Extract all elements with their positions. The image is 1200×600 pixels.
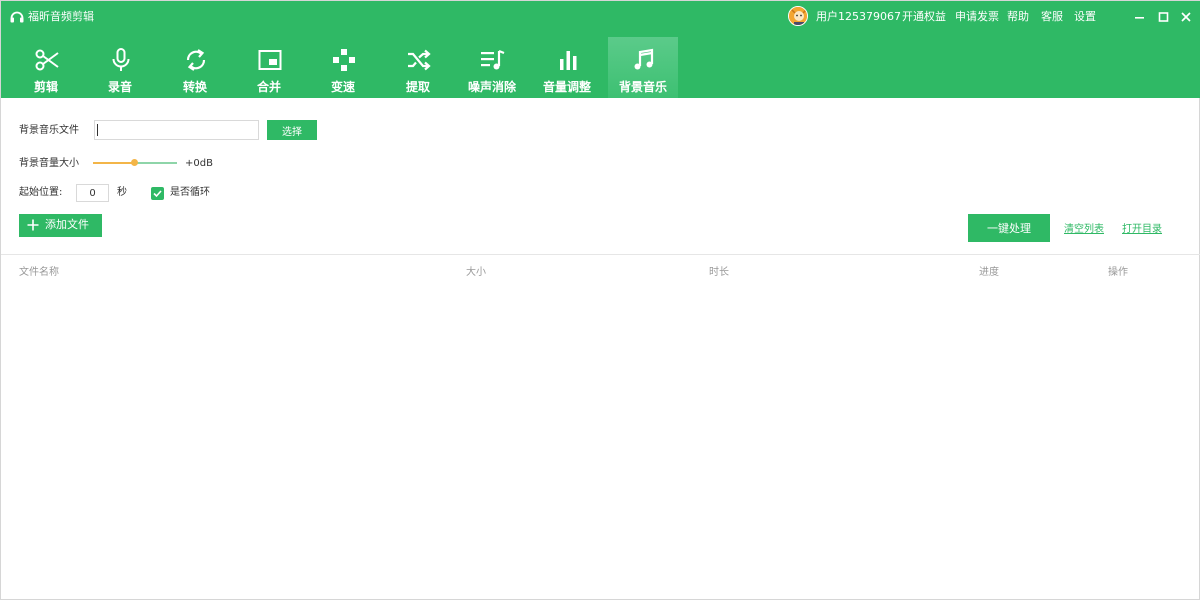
loop-checkbox[interactable] <box>151 187 164 200</box>
minimize-icon <box>1135 17 1144 19</box>
volume-label: 背景音量大小 <box>19 158 79 169</box>
tab-label: 背景音乐 <box>618 80 667 94</box>
noise-list-icon <box>480 47 506 73</box>
bgm-file-label: 背景音乐文件 <box>19 125 79 136</box>
tab-label: 剪辑 <box>33 80 58 94</box>
one-click-process-button[interactable]: 一键处理 <box>968 214 1050 242</box>
tab-record[interactable]: 录音 <box>85 37 155 98</box>
add-file-label: 添加文件 <box>45 218 89 231</box>
column-header-actions[interactable]: 操作 <box>1108 266 1128 280</box>
tab-noise-removal[interactable]: 噪声消除 <box>457 37 527 98</box>
slider-track-empty <box>135 162 177 164</box>
apply-invoice-link[interactable]: 申请发票 <box>955 10 999 24</box>
clear-list-link[interactable]: 清空列表 <box>1064 223 1104 237</box>
slider-track-filled <box>93 162 135 164</box>
maximize-button[interactable] <box>1155 9 1171 25</box>
tab-label: 录音 <box>107 80 132 94</box>
help-link[interactable]: 帮助 <box>1007 10 1029 24</box>
text-caret <box>97 124 98 136</box>
tab-label: 转换 <box>182 80 207 94</box>
checkmark-icon <box>153 190 162 198</box>
loop-label: 是否循环 <box>170 187 210 198</box>
open-benefits-link[interactable]: 开通权益 <box>902 10 946 24</box>
tab-speed[interactable]: 变速 <box>308 37 378 98</box>
tab-merge[interactable]: 合并 <box>234 37 304 98</box>
title-bar: 福昕音频剪辑 用户125379067 开通权益 申请发票 帮助 客服 设置 <box>1 1 1200 33</box>
select-file-button[interactable]: 选择 <box>267 120 317 140</box>
column-header-duration[interactable]: 时长 <box>709 266 729 280</box>
avatar[interactable] <box>788 6 808 26</box>
tab-volume-adjust[interactable]: 音量调整 <box>532 37 602 98</box>
column-header-progress[interactable]: 进度 <box>979 266 999 280</box>
tab-label: 提取 <box>405 80 430 94</box>
volume-value: +0dB <box>185 158 213 169</box>
tab-label: 变速 <box>330 80 355 94</box>
tab-convert[interactable]: 转换 <box>160 37 230 98</box>
app-window: 福昕音频剪辑 用户125379067 开通权益 申请发票 帮助 客服 设置 剪辑… <box>0 0 1200 600</box>
app-title: 福昕音频剪辑 <box>28 10 94 23</box>
tab-background-music[interactable]: 背景音乐 <box>608 37 678 98</box>
column-header-size[interactable]: 大小 <box>466 266 486 280</box>
scissors-icon <box>34 47 60 73</box>
tab-label: 合并 <box>256 80 281 94</box>
column-header-filename[interactable]: 文件名称 <box>19 266 59 280</box>
gamepad-icon <box>331 47 357 73</box>
slider-thumb[interactable] <box>131 159 138 166</box>
volume-slider[interactable] <box>93 157 177 169</box>
tab-label: 音量调整 <box>542 80 591 94</box>
merge-icon <box>257 47 283 73</box>
add-file-button[interactable]: 添加文件 <box>19 214 102 237</box>
maximize-icon <box>1158 12 1169 22</box>
plus-icon <box>27 219 39 231</box>
header: 福昕音频剪辑 用户125379067 开通权益 申请发票 帮助 客服 设置 剪辑… <box>1 1 1200 98</box>
seconds-unit-label: 秒 <box>117 187 127 198</box>
list-divider <box>1 254 1200 255</box>
bar-chart-icon <box>555 47 581 73</box>
user-name[interactable]: 用户125379067 <box>816 10 901 24</box>
start-position-input[interactable] <box>76 184 109 202</box>
customer-service-link[interactable]: 客服 <box>1041 10 1063 24</box>
bgm-file-input[interactable] <box>94 120 259 140</box>
microphone-icon <box>108 47 134 73</box>
music-note-icon <box>631 47 657 73</box>
settings-link[interactable]: 设置 <box>1074 10 1096 24</box>
start-position-label: 起始位置: <box>19 187 63 198</box>
minimize-button[interactable] <box>1131 9 1147 25</box>
tab-cut[interactable]: 剪辑 <box>11 37 81 98</box>
shuffle-icon <box>406 47 432 73</box>
close-icon <box>1181 12 1191 22</box>
file-list-body <box>1 285 1199 599</box>
tab-extract[interactable]: 提取 <box>383 37 453 98</box>
open-directory-link[interactable]: 打开目录 <box>1122 223 1162 237</box>
sync-icon <box>183 47 209 73</box>
tab-label: 噪声消除 <box>467 80 516 94</box>
headphones-logo-icon <box>10 10 24 23</box>
close-button[interactable] <box>1178 9 1194 25</box>
